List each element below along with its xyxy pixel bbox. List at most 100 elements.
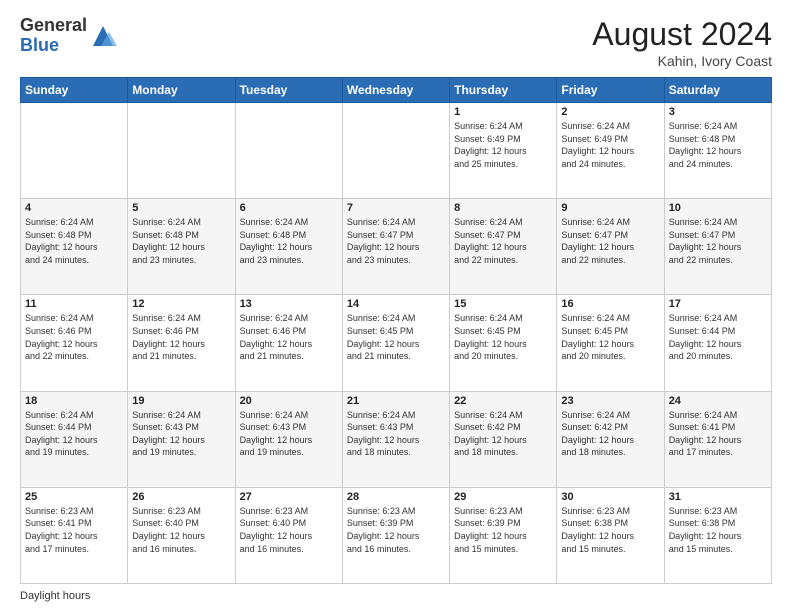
day-info: Sunrise: 6:24 AM Sunset: 6:49 PM Dayligh… <box>454 120 552 170</box>
header: General Blue August 2024 Kahin, Ivory Co… <box>20 16 772 69</box>
day-info: Sunrise: 6:23 AM Sunset: 6:39 PM Dayligh… <box>347 505 445 555</box>
footer: Daylight hours <box>20 590 772 602</box>
day-number: 20 <box>240 395 338 407</box>
day-number: 16 <box>561 298 659 310</box>
day-info: Sunrise: 6:24 AM Sunset: 6:46 PM Dayligh… <box>25 312 123 362</box>
calendar-cell: 20 Sunrise: 6:24 AM Sunset: 6:43 PM Dayli… <box>235 391 342 487</box>
day-number: 22 <box>454 395 552 407</box>
calendar-cell: 22 Sunrise: 6:24 AM Sunset: 6:42 PM Dayli… <box>450 391 557 487</box>
day-info: Sunrise: 6:24 AM Sunset: 6:45 PM Dayligh… <box>561 312 659 362</box>
day-info: Sunrise: 6:24 AM Sunset: 6:42 PM Dayligh… <box>454 409 552 459</box>
day-info: Sunrise: 6:24 AM Sunset: 6:43 PM Dayligh… <box>240 409 338 459</box>
calendar-cell <box>342 103 449 199</box>
day-info: Sunrise: 6:24 AM Sunset: 6:49 PM Dayligh… <box>561 120 659 170</box>
day-number: 26 <box>132 491 230 503</box>
calendar-cell: 29 Sunrise: 6:23 AM Sunset: 6:39 PM Dayli… <box>450 487 557 583</box>
calendar-cell: 24 Sunrise: 6:24 AM Sunset: 6:41 PM Dayli… <box>664 391 771 487</box>
calendar-cell: 4 Sunrise: 6:24 AM Sunset: 6:48 PM Daylig… <box>21 199 128 295</box>
day-number: 29 <box>454 491 552 503</box>
calendar-cell: 23Sunrise: 6:24 AM Sunset: 6:42 PM Dayli… <box>557 391 664 487</box>
calendar-cell: 8 Sunrise: 6:24 AM Sunset: 6:47 PM Daylig… <box>450 199 557 295</box>
day-info: Sunrise: 6:23 AM Sunset: 6:40 PM Dayligh… <box>132 505 230 555</box>
calendar-cell <box>235 103 342 199</box>
calendar-week-row: 4 Sunrise: 6:24 AM Sunset: 6:48 PM Daylig… <box>21 199 772 295</box>
day-number: 17 <box>669 298 767 310</box>
logo-general: General <box>20 16 87 36</box>
day-info: Sunrise: 6:23 AM Sunset: 6:40 PM Dayligh… <box>240 505 338 555</box>
day-number: 9 <box>561 202 659 214</box>
day-number: 14 <box>347 298 445 310</box>
calendar-cell: 25Sunrise: 6:23 AM Sunset: 6:41 PM Dayli… <box>21 487 128 583</box>
calendar-cell: 18 Sunrise: 6:24 AM Sunset: 6:44 PM Dayli… <box>21 391 128 487</box>
logo-icon <box>89 22 117 50</box>
day-info: Sunrise: 6:24 AM Sunset: 6:48 PM Dayligh… <box>240 216 338 266</box>
day-info: Sunrise: 6:24 AM Sunset: 6:45 PM Dayligh… <box>454 312 552 362</box>
day-number: 25 <box>25 491 123 503</box>
day-number: 12 <box>132 298 230 310</box>
calendar-week-row: 25Sunrise: 6:23 AM Sunset: 6:41 PM Dayli… <box>21 487 772 583</box>
calendar-cell: 28 Sunrise: 6:23 AM Sunset: 6:39 PM Dayli… <box>342 487 449 583</box>
day-number: 28 <box>347 491 445 503</box>
location: Kahin, Ivory Coast <box>592 53 772 69</box>
calendar-cell <box>21 103 128 199</box>
logo-text: General Blue <box>20 16 87 56</box>
day-number: 2 <box>561 106 659 118</box>
calendar-table: SundayMondayTuesdayWednesdayThursdayFrid… <box>20 77 772 584</box>
calendar-cell <box>128 103 235 199</box>
day-info: Sunrise: 6:24 AM Sunset: 6:45 PM Dayligh… <box>347 312 445 362</box>
calendar-cell: 7Sunrise: 6:24 AM Sunset: 6:47 PM Daylig… <box>342 199 449 295</box>
day-number: 1 <box>454 106 552 118</box>
month-title: August 2024 <box>592 16 772 53</box>
calendar-cell: 3Sunrise: 6:24 AM Sunset: 6:48 PM Daylig… <box>664 103 771 199</box>
day-number: 19 <box>132 395 230 407</box>
calendar-cell: 15 Sunrise: 6:24 AM Sunset: 6:45 PM Dayli… <box>450 295 557 391</box>
col-header-tuesday: Tuesday <box>235 78 342 103</box>
logo: General Blue <box>20 16 117 56</box>
day-info: Sunrise: 6:24 AM Sunset: 6:43 PM Dayligh… <box>347 409 445 459</box>
calendar-week-row: 11Sunrise: 6:24 AM Sunset: 6:46 PM Dayli… <box>21 295 772 391</box>
logo-blue: Blue <box>20 36 87 56</box>
day-number: 15 <box>454 298 552 310</box>
day-info: Sunrise: 6:24 AM Sunset: 6:44 PM Dayligh… <box>669 312 767 362</box>
day-info: Sunrise: 6:23 AM Sunset: 6:38 PM Dayligh… <box>561 505 659 555</box>
calendar-cell: 5Sunrise: 6:24 AM Sunset: 6:48 PM Daylig… <box>128 199 235 295</box>
day-number: 6 <box>240 202 338 214</box>
daylight-label: Daylight hours <box>20 590 90 602</box>
calendar-cell: 14 Sunrise: 6:24 AM Sunset: 6:45 PM Dayli… <box>342 295 449 391</box>
day-number: 5 <box>132 202 230 214</box>
page: General Blue August 2024 Kahin, Ivory Co… <box>0 0 792 612</box>
calendar-week-row: 1 Sunrise: 6:24 AM Sunset: 6:49 PM Daylig… <box>21 103 772 199</box>
calendar-cell: 12 Sunrise: 6:24 AM Sunset: 6:46 PM Dayli… <box>128 295 235 391</box>
calendar-cell: 27Sunrise: 6:23 AM Sunset: 6:40 PM Dayli… <box>235 487 342 583</box>
col-header-friday: Friday <box>557 78 664 103</box>
calendar-cell: 26 Sunrise: 6:23 AM Sunset: 6:40 PM Dayli… <box>128 487 235 583</box>
day-number: 30 <box>561 491 659 503</box>
calendar-cell: 13Sunrise: 6:24 AM Sunset: 6:46 PM Dayli… <box>235 295 342 391</box>
day-info: Sunrise: 6:24 AM Sunset: 6:43 PM Dayligh… <box>132 409 230 459</box>
day-info: Sunrise: 6:23 AM Sunset: 6:38 PM Dayligh… <box>669 505 767 555</box>
day-number: 13 <box>240 298 338 310</box>
col-header-wednesday: Wednesday <box>342 78 449 103</box>
calendar-cell: 16 Sunrise: 6:24 AM Sunset: 6:45 PM Dayli… <box>557 295 664 391</box>
day-info: Sunrise: 6:24 AM Sunset: 6:44 PM Dayligh… <box>25 409 123 459</box>
day-number: 21 <box>347 395 445 407</box>
day-info: Sunrise: 6:24 AM Sunset: 6:48 PM Dayligh… <box>25 216 123 266</box>
day-info: Sunrise: 6:24 AM Sunset: 6:47 PM Dayligh… <box>454 216 552 266</box>
calendar-cell: 6 Sunrise: 6:24 AM Sunset: 6:48 PM Daylig… <box>235 199 342 295</box>
calendar-week-row: 18 Sunrise: 6:24 AM Sunset: 6:44 PM Dayli… <box>21 391 772 487</box>
title-section: August 2024 Kahin, Ivory Coast <box>592 16 772 69</box>
calendar-cell: 19 Sunrise: 6:24 AM Sunset: 6:43 PM Dayli… <box>128 391 235 487</box>
day-info: Sunrise: 6:24 AM Sunset: 6:46 PM Dayligh… <box>132 312 230 362</box>
col-header-sunday: Sunday <box>21 78 128 103</box>
day-number: 8 <box>454 202 552 214</box>
day-number: 7 <box>347 202 445 214</box>
day-number: 18 <box>25 395 123 407</box>
day-info: Sunrise: 6:24 AM Sunset: 6:48 PM Dayligh… <box>669 120 767 170</box>
day-number: 24 <box>669 395 767 407</box>
calendar-cell: 2 Sunrise: 6:24 AM Sunset: 6:49 PM Daylig… <box>557 103 664 199</box>
calendar-header-row: SundayMondayTuesdayWednesdayThursdayFrid… <box>21 78 772 103</box>
calendar-cell: 10Sunrise: 6:24 AM Sunset: 6:47 PM Dayli… <box>664 199 771 295</box>
day-info: Sunrise: 6:24 AM Sunset: 6:41 PM Dayligh… <box>669 409 767 459</box>
day-number: 4 <box>25 202 123 214</box>
day-info: Sunrise: 6:23 AM Sunset: 6:39 PM Dayligh… <box>454 505 552 555</box>
